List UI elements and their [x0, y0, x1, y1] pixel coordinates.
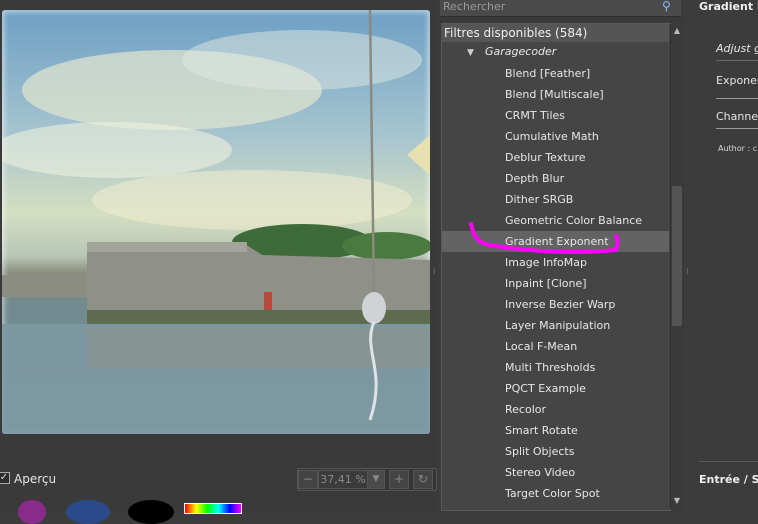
zoom-in-button[interactable]: + [389, 470, 409, 489]
scrollbar-thumb[interactable] [672, 186, 682, 326]
param-channels-slider[interactable] [716, 128, 758, 129]
param-slider-line[interactable] [716, 60, 758, 61]
filter-item[interactable]: Local F-Mean [442, 336, 669, 357]
filter-item[interactable]: Target Color Spot [442, 483, 669, 504]
author-label: Author : c [718, 144, 758, 153]
filter-item[interactable]: Depth Blur [442, 168, 669, 189]
scroll-up-icon[interactable]: ▲ [671, 24, 683, 38]
filter-item[interactable]: Recolor [442, 399, 669, 420]
filter-item[interactable]: Deblur Texture [442, 147, 669, 168]
param-channels-label: Channels [716, 110, 758, 123]
swatch-black [128, 500, 174, 524]
filter-item[interactable]: Dither SRGB [442, 189, 669, 210]
filter-item[interactable]: Inverse Bezier Warp [442, 294, 669, 315]
entree-sortie-title: Entrée / Sc [699, 473, 758, 486]
filter-item[interactable]: Multi Thresholds [442, 357, 669, 378]
divider [699, 461, 758, 462]
zoom-reset-button[interactable]: ↻ [413, 470, 433, 489]
preview-photo-illustration [2, 10, 430, 434]
param-exponent-slider[interactable] [716, 98, 758, 99]
filter-group-garagecoder[interactable]: Garagecoder [442, 42, 669, 62]
scroll-down-icon[interactable]: ▼ [671, 494, 683, 508]
highlight-annotation [469, 222, 620, 255]
apercu-checkbox[interactable]: ✓ [0, 472, 10, 484]
splitter-handle-left[interactable]: ⁞ [433, 268, 437, 276]
filters-header: Filtres disponibles (584) [441, 24, 669, 42]
swatch-blue [66, 500, 110, 524]
param-adjust-label: Adjust g [716, 42, 758, 55]
filter-title: Gradient E [699, 0, 758, 13]
filter-item[interactable]: Split Objects [442, 441, 669, 462]
preview-image[interactable] [2, 10, 430, 434]
search-icon[interactable]: ⚲ [662, 0, 676, 14]
filter-item[interactable]: Stereo Video [442, 462, 669, 483]
swatch-purple [18, 500, 46, 524]
filter-item[interactable]: Blend [Multiscale] [442, 84, 669, 105]
filter-item[interactable]: Blend [Feather] [442, 63, 669, 84]
search-input[interactable]: Rechercher [440, 0, 681, 17]
filter-item[interactable]: Layer Manipulation [442, 315, 669, 336]
filter-item[interactable]: Cumulative Math [442, 126, 669, 147]
filter-item[interactable]: PQCT Example [442, 378, 669, 399]
swatch-gradient [184, 503, 242, 514]
apercu-label: Aperçu [14, 472, 57, 486]
filter-item[interactable]: CRMT Tiles [442, 105, 669, 126]
preview-pane [0, 0, 438, 512]
zoom-level-field[interactable]: 37,41 % [318, 470, 368, 489]
filter-item[interactable]: Inpaint [Clone] [442, 273, 669, 294]
filter-item[interactable]: Smart Rotate [442, 420, 669, 441]
param-exponent-label: Exponen [716, 74, 758, 87]
zoom-out-button[interactable]: − [298, 470, 318, 489]
zoom-dropdown-arrow[interactable]: ▼ [367, 470, 385, 489]
